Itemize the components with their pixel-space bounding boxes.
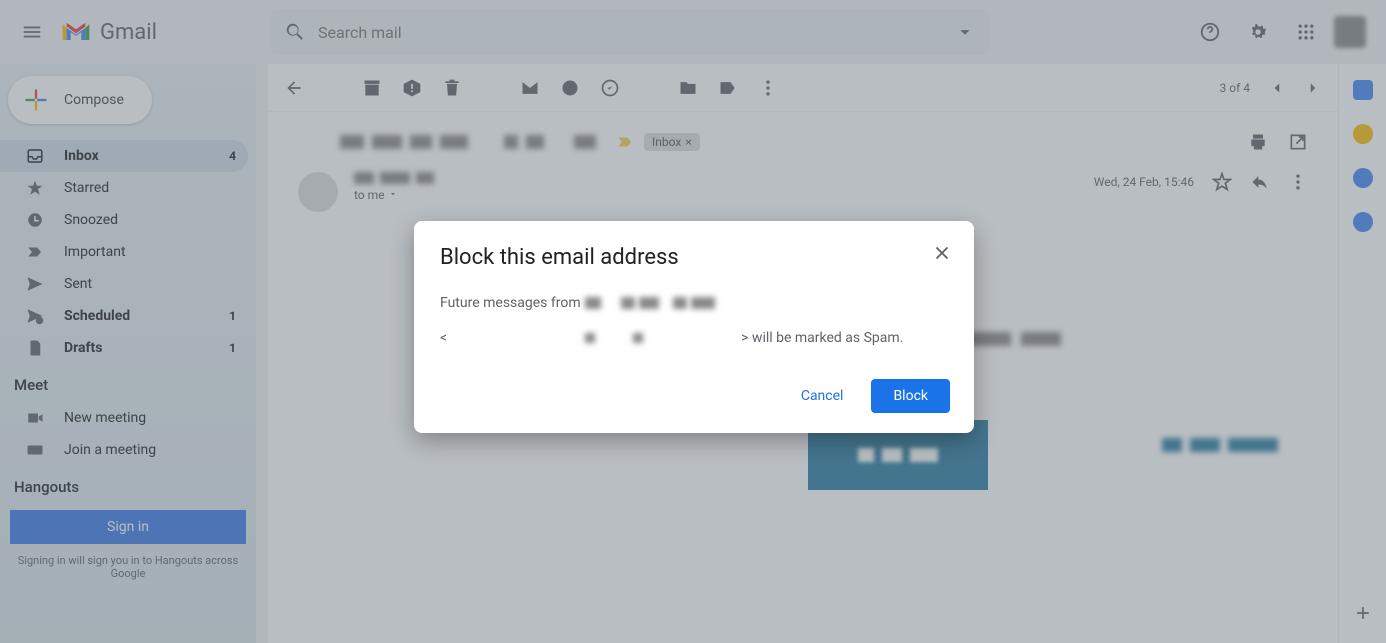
dialog-title: Block this email address <box>440 245 950 270</box>
block-button[interactable]: Block <box>871 379 950 413</box>
cancel-button[interactable]: Cancel <box>781 379 864 413</box>
dialog-body: Future messages from < > will be marked … <box>440 290 950 351</box>
block-email-dialog: Block this email address Future messages… <box>414 221 974 433</box>
dialog-actions: Cancel Block <box>440 379 950 413</box>
dialog-close-button[interactable] <box>928 239 956 267</box>
close-icon <box>931 242 953 264</box>
